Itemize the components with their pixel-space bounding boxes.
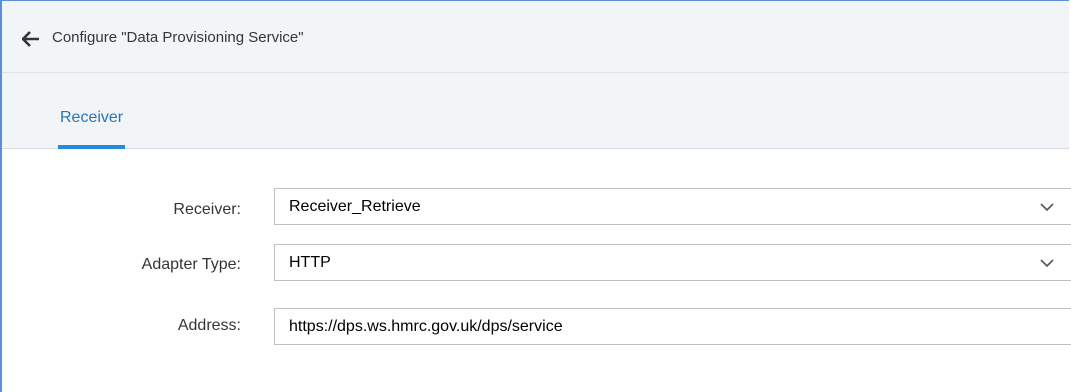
receiver-select-value: Receiver_Retrieve — [289, 198, 421, 215]
tab-selected-indicator — [58, 145, 126, 149]
adapter-type-label: Adapter Type: — [141, 256, 241, 273]
tab-bar: Receiver — [2, 73, 1069, 149]
receiver-select[interactable]: Receiver_Retrieve — [274, 188, 1071, 225]
tab-receiver-label: Receiver — [60, 109, 124, 126]
address-input[interactable] — [275, 309, 1071, 344]
address-field[interactable] — [274, 308, 1071, 345]
tab-receiver[interactable]: Receiver — [58, 97, 126, 149]
address-label: Address: — [177, 317, 241, 334]
arrow-left-icon — [21, 31, 39, 47]
chevron-down-icon — [1040, 203, 1054, 212]
chevron-down-icon — [1040, 259, 1054, 268]
back-button[interactable] — [21, 29, 48, 49]
dialog-header: Configure "Data Provisioning Service" — [2, 1, 1069, 73]
config-dialog: Configure "Data Provisioning Service" Re… — [0, 0, 1071, 392]
receiver-label: Receiver: — [173, 201, 241, 218]
adapter-type-select-value: HTTP — [289, 254, 331, 271]
adapter-type-select[interactable]: HTTP — [274, 244, 1071, 281]
dialog-title: Configure "Data Provisioning Service" — [52, 29, 304, 46]
